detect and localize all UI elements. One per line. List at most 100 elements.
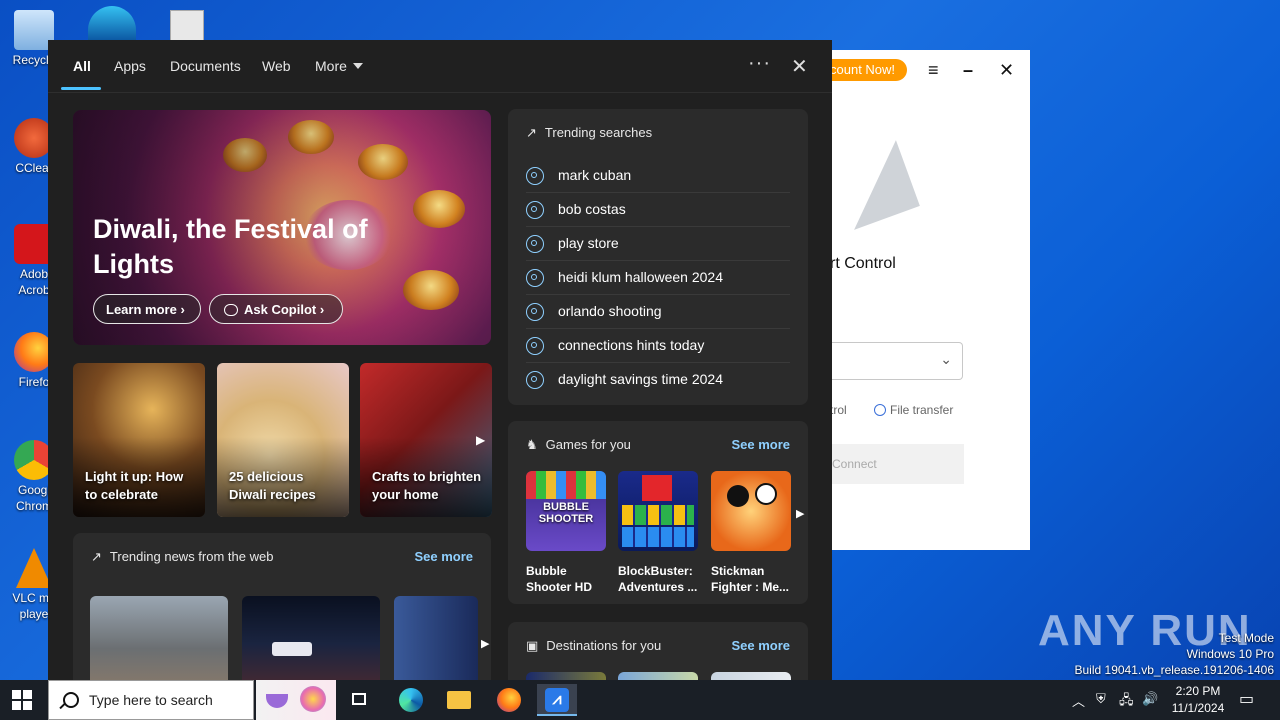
task-view-icon [352, 693, 366, 705]
trending-arrow-icon: ↗ [91, 549, 102, 564]
news-next-arrow-icon[interactable]: ▶ [481, 637, 489, 650]
news-thumbnail[interactable] [394, 596, 478, 680]
notifications-icon[interactable]: ▭ [1239, 689, 1254, 709]
volume-tray-icon[interactable]: 🔊 [1142, 691, 1158, 707]
tab-more[interactable]: More [315, 58, 363, 74]
tab-all[interactable]: All [73, 58, 91, 74]
hamburger-menu-icon[interactable]: ≡ [928, 60, 939, 81]
close-icon[interactable]: ✕ [999, 60, 1014, 81]
destination-thumbnail[interactable] [711, 672, 791, 680]
trending-item[interactable]: bob costas [526, 192, 790, 227]
card-caption: 25 delicious Diwali recipes [229, 469, 316, 502]
game-bubble-shooter[interactable]: BUBBLE SHOOTER Bubble Shooter HD [526, 471, 606, 595]
trending-arrow-icon: ↗ [526, 125, 537, 140]
network-tray-icon[interactable]: 🖧 [1119, 691, 1134, 713]
bubble-shooter-logo: BUBBLE SHOOTER [538, 501, 594, 525]
card-light-it-up[interactable]: Light it up: How to celebrate [73, 363, 205, 517]
game-blockbuster[interactable]: BlockBuster: Adventures ... [618, 471, 698, 595]
firefox-icon [497, 688, 521, 712]
search-icon [526, 303, 544, 322]
learn-more-button[interactable]: Learn more › [93, 294, 201, 324]
start-button[interactable] [12, 690, 32, 710]
yellow-green-blocks-image [622, 505, 694, 525]
search-highlight-diwali-image[interactable] [256, 680, 336, 720]
vlc-icon [16, 548, 52, 588]
trending-item[interactable]: play store [526, 226, 790, 261]
radio-label: File transfer [890, 403, 954, 417]
destination-thumbnail[interactable] [526, 672, 606, 680]
search-icon [526, 235, 544, 254]
build-text: Build 19041.vb_release.191206-1406 [1074, 663, 1275, 677]
device-dropdown[interactable]: ⌄ [820, 342, 963, 380]
news-see-more-link[interactable]: See more [414, 549, 473, 564]
tab-web[interactable]: Web [262, 58, 291, 74]
destination-thumbnail[interactable] [618, 672, 698, 680]
trending-item-label: mark cuban [558, 167, 632, 183]
task-view-button[interactable] [340, 684, 380, 716]
show-hidden-icons-chevron-icon[interactable]: ︿ [1072, 691, 1085, 710]
trending-searches-box: ↗ Trending searches mark cuban bob costas… [508, 109, 808, 405]
trending-item[interactable]: orlando shooting [526, 294, 790, 329]
tab-documents[interactable]: Documents [170, 58, 241, 74]
games-next-arrow-icon[interactable]: ▶ [796, 507, 804, 520]
taskbar-search-box[interactable]: Type here to search [48, 680, 254, 720]
trending-item-label: daylight savings time 2024 [558, 371, 723, 387]
search-icon [526, 337, 544, 356]
app-title: rt Control [830, 255, 896, 272]
trending-item[interactable]: heidi klum halloween 2024 [526, 260, 790, 295]
news-header: ↗ Trending news from the web [91, 549, 273, 565]
hero-banner[interactable]: Diwali, the Festival of Lights Learn mor… [73, 110, 491, 345]
ask-copilot-button[interactable]: Ask Copilot › [209, 294, 343, 324]
taskbar-firefox[interactable] [489, 684, 529, 716]
destinations-see-more-link[interactable]: See more [731, 638, 790, 653]
gamepad-icon: ♞ [526, 437, 538, 452]
games-see-more-link[interactable]: See more [731, 437, 790, 452]
more-options-icon[interactable]: ··· [748, 52, 771, 75]
trending-item[interactable]: daylight savings time 2024 [526, 362, 790, 396]
radio-remote-control[interactable]: trol [830, 403, 847, 417]
trending-item-label: orlando shooting [558, 303, 662, 319]
card-diwali-recipes[interactable]: 25 delicious Diwali recipes [217, 363, 349, 517]
blue-blocks-image [622, 527, 694, 547]
trending-searches-title: Trending searches [544, 125, 653, 140]
news-thumbnail[interactable] [242, 596, 380, 680]
card-caption: Crafts to brighten your home [372, 469, 482, 502]
rangoli-image [300, 686, 326, 712]
taskbar-file-explorer[interactable] [439, 684, 479, 716]
windows-logo-icon [12, 701, 21, 710]
trending-item-label: bob costas [558, 201, 626, 217]
radio-file-transfer[interactable]: File transfer [874, 403, 953, 417]
card-crafts[interactable]: Crafts to brighten your home [360, 363, 492, 517]
trending-item[interactable]: mark cuban [526, 158, 790, 193]
folder-icon [447, 691, 471, 709]
police-car-image [272, 642, 312, 656]
taskbar-remote-app[interactable]: ⩘ [537, 684, 577, 716]
close-panel-icon[interactable]: ✕ [791, 54, 808, 79]
cards-next-arrow-icon[interactable]: ▶ [476, 433, 485, 447]
search-tabs: All Apps Documents Web More ··· ✕ [48, 40, 832, 93]
test-mode-text: Test Mode [1218, 631, 1274, 645]
trending-item-label: play store [558, 235, 619, 251]
news-thumbnail[interactable] [90, 596, 228, 680]
promo-button[interactable]: count Now! [820, 59, 908, 81]
trending-item[interactable]: connections hints today [526, 328, 790, 363]
taskbar-edge[interactable] [391, 684, 431, 716]
chevron-down-icon: ⌄ [940, 351, 952, 367]
search-icon [63, 692, 79, 708]
search-icon [526, 269, 544, 288]
game-stickman-fighter[interactable]: Stickman Fighter : Me... [711, 471, 791, 595]
minimize-icon[interactable]: – [963, 60, 973, 81]
tab-apps[interactable]: Apps [114, 58, 146, 74]
destinations-header: ▣ Destinations for you [526, 638, 661, 654]
destinations-title: Destinations for you [546, 638, 662, 653]
file-desktop-icon[interactable] [170, 10, 204, 42]
taskbar-clock[interactable]: 2:20 PM 11/1/2024 [1163, 683, 1233, 717]
os-text: Windows 10 Pro [1186, 647, 1274, 661]
learn-more-label: Learn more [106, 302, 177, 317]
connect-button[interactable]: Connect [820, 444, 964, 484]
stickman-head-image [727, 485, 749, 507]
security-tray-icon[interactable]: ⛨ [1096, 691, 1106, 707]
card-caption: Light it up: How to celebrate [85, 469, 184, 502]
edge-desktop-icon[interactable] [88, 6, 136, 40]
trending-item-label: connections hints today [558, 337, 705, 353]
